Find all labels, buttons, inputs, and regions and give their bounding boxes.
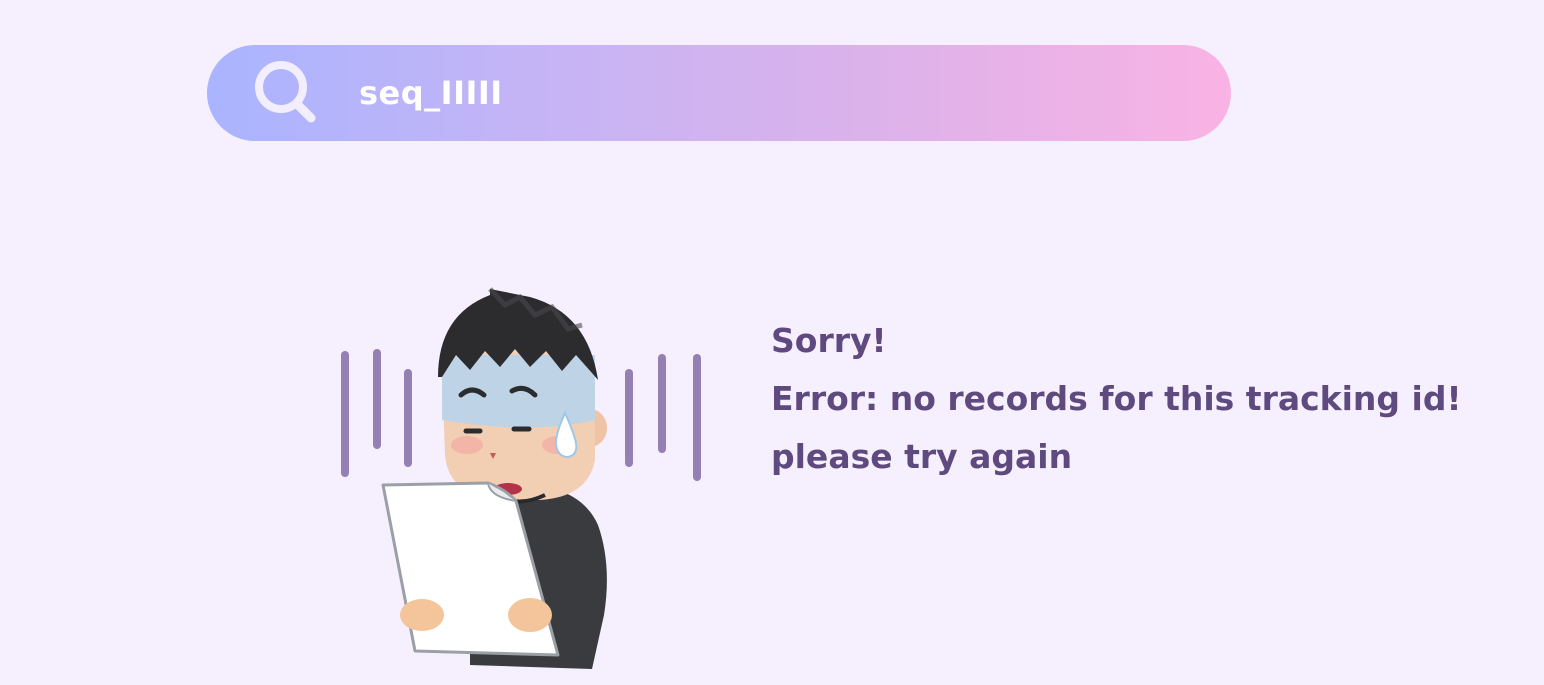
search-icon[interactable] <box>251 59 323 129</box>
error-page: Sorry! Error: no records for this tracki… <box>0 0 1544 685</box>
error-message: Sorry! Error: no records for this tracki… <box>771 312 1462 486</box>
shake-lines-left <box>341 349 412 477</box>
worried-person-illustration <box>341 287 701 669</box>
shake-lines-right <box>625 354 701 481</box>
error-text: Error: no records for this tracking id! <box>771 379 1462 418</box>
search-bar[interactable] <box>207 45 1231 141</box>
retry-text: please try again <box>771 437 1073 476</box>
tracking-id-input[interactable] <box>359 63 1179 123</box>
sorry-text: Sorry! <box>771 321 887 360</box>
